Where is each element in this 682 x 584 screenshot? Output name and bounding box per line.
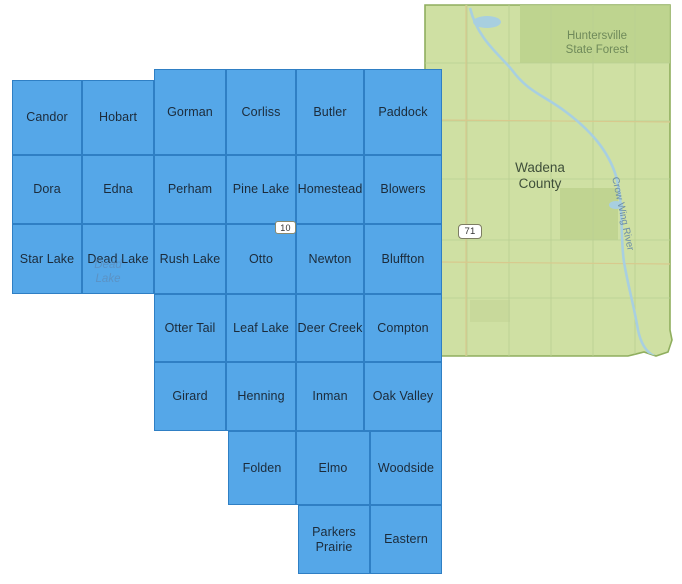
dead-lake-label-line2: Lake	[95, 272, 121, 285]
township-label: Eastern	[384, 532, 428, 547]
township-girard[interactable]: Girard	[154, 362, 226, 431]
township-star-lake[interactable]: Star Lake	[12, 224, 82, 294]
township-bluffton[interactable]: Bluffton	[364, 224, 442, 294]
township-homestead[interactable]: Homestead	[296, 155, 364, 224]
township-label: Rush Lake	[159, 251, 221, 266]
township-label: Perham	[167, 182, 213, 197]
township-label: Elmo	[318, 460, 348, 475]
map-canvas[interactable]: Candor Hobart Gorman Corliss Butler Paddock Do…	[0, 0, 682, 584]
township-label: Pine Lake	[232, 182, 290, 197]
state-forest-label: Huntersville State Forest	[541, 29, 653, 58]
township-henning[interactable]: Henning	[226, 362, 296, 431]
township-compton[interactable]: Compton	[364, 294, 442, 362]
township-label: Corliss	[241, 104, 281, 119]
township-label: Oak Valley	[372, 389, 434, 404]
township-corliss[interactable]: Corliss	[226, 69, 296, 155]
township-woodside[interactable]: Woodside	[370, 431, 442, 505]
county-label: Wadena County	[492, 160, 588, 192]
township-label: Edna	[103, 182, 133, 197]
township-inman[interactable]: Inman	[296, 362, 364, 431]
township-dora[interactable]: Dora	[12, 155, 82, 224]
township-label: Girard	[172, 389, 208, 404]
township-label: Paddock	[378, 104, 428, 119]
township-label: Homestead	[297, 182, 363, 197]
township-pine-lake[interactable]: Pine Lake	[226, 155, 296, 224]
township-label: Star Lake	[19, 251, 75, 266]
county-label-line1: Wadena	[515, 160, 565, 175]
township-edna[interactable]: Edna	[82, 155, 154, 224]
township-label: Otter Tail	[164, 320, 216, 335]
township-hobart[interactable]: Hobart	[82, 80, 154, 155]
township-label: Leaf Lake	[233, 320, 289, 335]
township-label: Parkers Prairie	[312, 525, 356, 554]
township-otto[interactable]: Otto	[226, 224, 296, 294]
township-label: Blowers	[380, 182, 426, 197]
township-leaf-lake[interactable]: Leaf Lake	[226, 294, 296, 362]
township-deer-creek[interactable]: Deer Creek	[296, 294, 364, 362]
township-label: Woodside	[377, 460, 435, 475]
township-label: Inman	[312, 389, 348, 404]
township-parkers-prairie[interactable]: Parkers Prairie	[298, 505, 370, 574]
township-folden[interactable]: Folden	[228, 431, 296, 505]
township-oak-valley[interactable]: Oak Valley	[364, 362, 442, 431]
township-label: Dora	[33, 182, 61, 197]
township-label: Newton	[308, 251, 352, 266]
township-rush-lake[interactable]: Rush Lake	[154, 224, 226, 294]
township-otter-tail[interactable]: Otter Tail	[154, 294, 226, 362]
township-label: Compton	[377, 320, 429, 335]
township-elmo[interactable]: Elmo	[296, 431, 370, 505]
township-label: Butler	[313, 104, 347, 119]
township-label: Hobart	[98, 110, 138, 125]
township-blowers[interactable]: Blowers	[364, 155, 442, 224]
township-label: Bluffton	[381, 251, 425, 266]
county-label-line2: County	[518, 176, 562, 192]
township-candor[interactable]: Candor	[12, 80, 82, 155]
township-label: Candor	[26, 110, 68, 125]
state-forest-label-line1: Huntersville	[566, 30, 628, 42]
township-label: Deer Creek	[297, 320, 363, 335]
township-butler[interactable]: Butler	[296, 69, 364, 155]
highway-shield-10: 10	[275, 221, 296, 234]
township-label: Henning	[237, 389, 285, 404]
township-label: Gorman	[167, 104, 213, 119]
township-label: Folden	[242, 460, 282, 475]
highway-shield-71: 71	[458, 224, 482, 239]
crow-wing-river-label: Crow Wing River	[609, 176, 636, 252]
dead-lake-label: Dead Lake	[76, 259, 140, 287]
township-paddock[interactable]: Paddock	[364, 69, 442, 155]
dead-lake-label-line1: Dead	[94, 259, 122, 271]
township-label: Otto	[248, 251, 274, 266]
township-gorman[interactable]: Gorman	[154, 69, 226, 155]
township-eastern[interactable]: Eastern	[370, 505, 442, 574]
state-forest-label-line2: State Forest	[565, 44, 629, 57]
township-newton[interactable]: Newton	[296, 224, 364, 294]
township-perham[interactable]: Perham	[154, 155, 226, 224]
